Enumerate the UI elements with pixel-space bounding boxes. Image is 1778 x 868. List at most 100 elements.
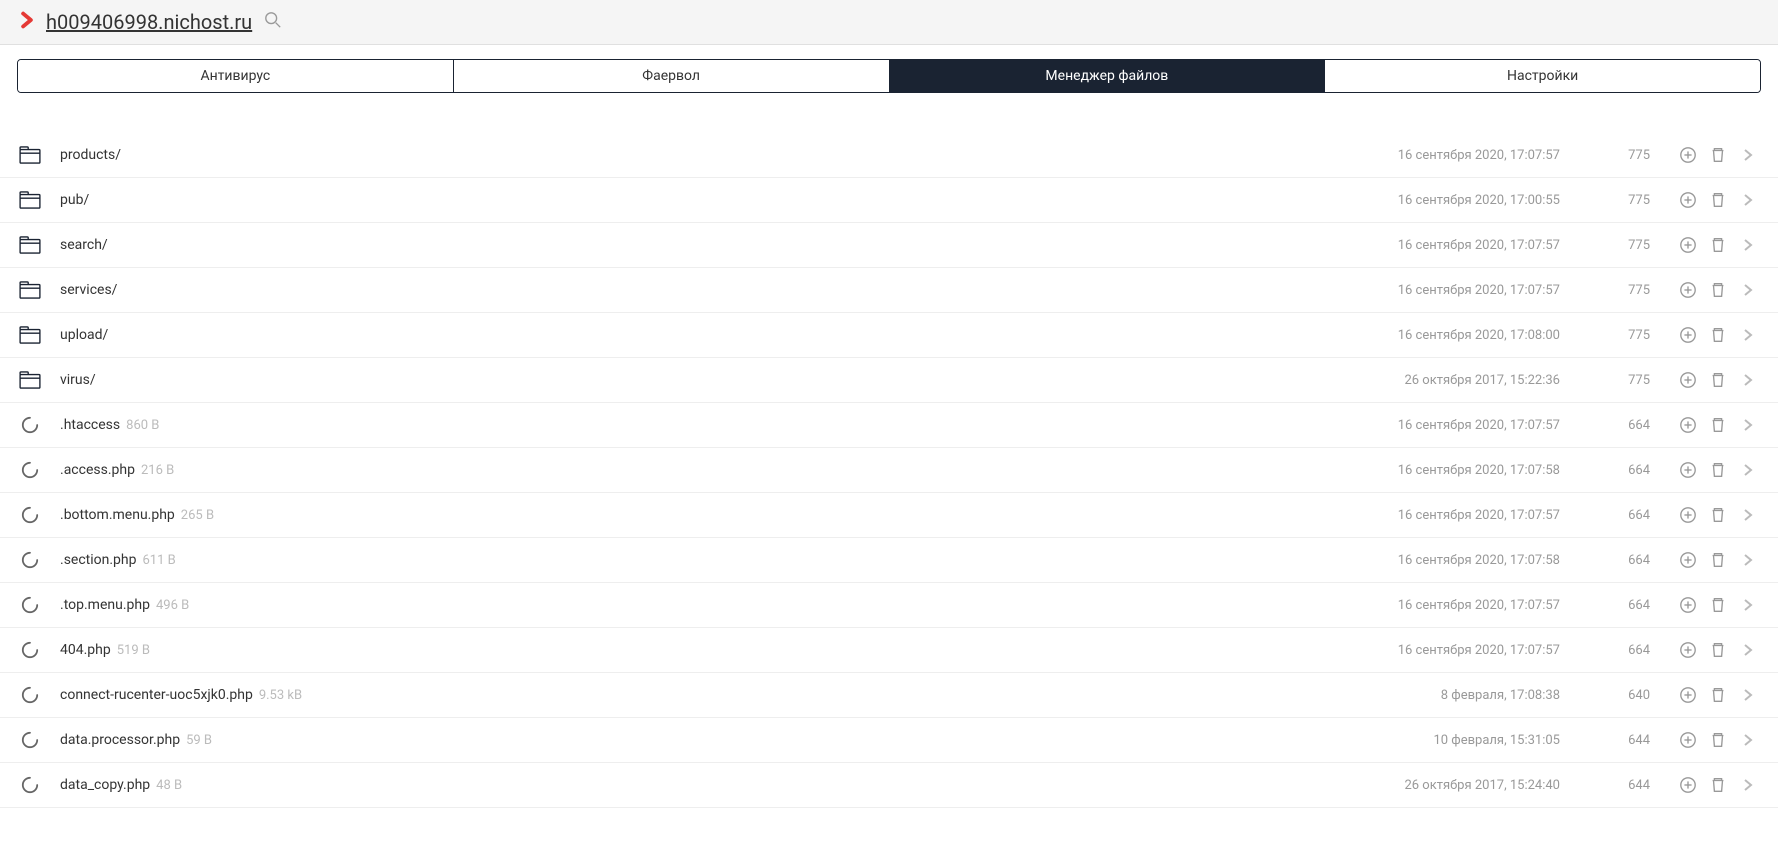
add-icon[interactable] <box>1676 233 1700 257</box>
add-icon[interactable] <box>1676 458 1700 482</box>
chevron-right-icon[interactable] <box>1736 773 1760 797</box>
add-icon[interactable] <box>1676 143 1700 167</box>
file-name[interactable]: data_copy.php48 B <box>60 777 1360 793</box>
file-name[interactable]: .htaccess860 B <box>60 417 1360 433</box>
tab-antivirus[interactable]: Антивирус <box>18 60 454 92</box>
file-perms: 775 <box>1610 373 1650 388</box>
add-icon[interactable] <box>1676 188 1700 212</box>
file-size: 496 B <box>156 598 189 613</box>
file-loading-icon <box>18 730 42 750</box>
delete-icon[interactable] <box>1706 278 1730 302</box>
add-icon[interactable] <box>1676 593 1700 617</box>
file-perms: 775 <box>1610 148 1650 163</box>
delete-icon[interactable] <box>1706 593 1730 617</box>
file-row: pub/ 16 сентября 2020, 17:00:55 775 <box>0 178 1778 223</box>
hostname-link[interactable]: h009406998.nichost.ru <box>46 10 252 34</box>
tab-firewall[interactable]: Фаервол <box>454 60 890 92</box>
file-name[interactable]: .section.php 611 B <box>60 552 1360 568</box>
file-name-text: .section.php <box>60 552 137 568</box>
file-name[interactable]: pub/ <box>60 192 1360 208</box>
add-icon[interactable] <box>1676 548 1700 572</box>
file-date: 16 сентября 2020, 17:07:58 <box>1360 463 1560 478</box>
delete-icon[interactable] <box>1706 638 1730 662</box>
delete-icon[interactable] <box>1706 143 1730 167</box>
file-date: 10 февраля, 15:31:05 <box>1360 733 1560 748</box>
file-perms: 775 <box>1610 328 1650 343</box>
delete-icon[interactable] <box>1706 323 1730 347</box>
file-perms: 664 <box>1610 553 1650 568</box>
file-name-text: services/ <box>60 282 117 298</box>
file-name[interactable]: virus/ <box>60 372 1360 388</box>
chevron-right-icon[interactable] <box>1736 503 1760 527</box>
chevron-right-icon[interactable] <box>1736 323 1760 347</box>
file-date: 16 сентября 2020, 17:07:57 <box>1360 418 1560 433</box>
file-loading-icon <box>18 415 42 435</box>
back-icon[interactable] <box>20 10 34 34</box>
file-perms: 640 <box>1610 688 1650 703</box>
add-icon[interactable] <box>1676 683 1700 707</box>
add-icon[interactable] <box>1676 773 1700 797</box>
chevron-right-icon[interactable] <box>1736 593 1760 617</box>
delete-icon[interactable] <box>1706 233 1730 257</box>
delete-icon[interactable] <box>1706 458 1730 482</box>
delete-icon[interactable] <box>1706 368 1730 392</box>
chevron-right-icon[interactable] <box>1736 683 1760 707</box>
delete-icon[interactable] <box>1706 548 1730 572</box>
file-perms: 644 <box>1610 733 1650 748</box>
file-name[interactable]: .bottom.menu.php265 B <box>60 507 1360 523</box>
chevron-right-icon[interactable] <box>1736 278 1760 302</box>
file-name[interactable]: connect-rucenter-uoc5xjk0.php9.53 kB <box>60 687 1360 703</box>
delete-icon[interactable] <box>1706 728 1730 752</box>
chevron-right-icon[interactable] <box>1736 413 1760 437</box>
folder-icon <box>18 190 42 210</box>
file-loading-icon <box>18 685 42 705</box>
folder-icon <box>18 370 42 390</box>
add-icon[interactable] <box>1676 368 1700 392</box>
file-row: .bottom.menu.php265 B 16 сентября 2020, … <box>0 493 1778 538</box>
file-row: 404.php519 B 16 сентября 2020, 17:07:57 … <box>0 628 1778 673</box>
file-loading-icon <box>18 775 42 795</box>
file-row: products/ 16 сентября 2020, 17:07:57 775 <box>0 133 1778 178</box>
file-date: 16 сентября 2020, 17:07:57 <box>1360 148 1560 163</box>
file-name[interactable]: .access.php216 B <box>60 462 1360 478</box>
file-size: 48 B <box>156 778 182 793</box>
tab-file-manager[interactable]: Менеджер файлов <box>890 60 1326 92</box>
add-icon[interactable] <box>1676 638 1700 662</box>
chevron-right-icon[interactable] <box>1736 548 1760 572</box>
file-date: 8 февраля, 17:08:38 <box>1360 688 1560 703</box>
file-row: search/ 16 сентября 2020, 17:07:57 775 <box>0 223 1778 268</box>
delete-icon[interactable] <box>1706 683 1730 707</box>
file-name[interactable]: products/ <box>60 147 1360 163</box>
file-name[interactable]: services/ <box>60 282 1360 298</box>
add-icon[interactable] <box>1676 728 1700 752</box>
file-size: 59 B <box>186 733 212 748</box>
file-name[interactable]: data.processor.php59 B <box>60 732 1360 748</box>
delete-icon[interactable] <box>1706 188 1730 212</box>
delete-icon[interactable] <box>1706 773 1730 797</box>
search-icon[interactable] <box>264 11 282 34</box>
file-size: 611 B <box>143 553 176 568</box>
delete-icon[interactable] <box>1706 503 1730 527</box>
add-icon[interactable] <box>1676 278 1700 302</box>
file-row: connect-rucenter-uoc5xjk0.php9.53 kB 8 ф… <box>0 673 1778 718</box>
add-icon[interactable] <box>1676 413 1700 437</box>
chevron-right-icon[interactable] <box>1736 728 1760 752</box>
chevron-right-icon[interactable] <box>1736 143 1760 167</box>
file-name[interactable]: .top.menu.php496 B <box>60 597 1360 613</box>
file-name[interactable]: upload/ <box>60 327 1360 343</box>
file-loading-icon <box>18 640 42 660</box>
add-icon[interactable] <box>1676 323 1700 347</box>
file-name[interactable]: search/ <box>60 237 1360 253</box>
chevron-right-icon[interactable] <box>1736 188 1760 212</box>
chevron-right-icon[interactable] <box>1736 233 1760 257</box>
chevron-right-icon[interactable] <box>1736 458 1760 482</box>
file-name[interactable]: 404.php519 B <box>60 642 1360 658</box>
delete-icon[interactable] <box>1706 413 1730 437</box>
add-icon[interactable] <box>1676 503 1700 527</box>
file-name-text: 404.php <box>60 642 111 658</box>
chevron-right-icon[interactable] <box>1736 638 1760 662</box>
chevron-right-icon[interactable] <box>1736 368 1760 392</box>
file-row: data_copy.php48 B 26 октября 2017, 15:24… <box>0 763 1778 808</box>
tab-settings[interactable]: Настройки <box>1325 60 1760 92</box>
file-perms: 664 <box>1610 418 1650 433</box>
